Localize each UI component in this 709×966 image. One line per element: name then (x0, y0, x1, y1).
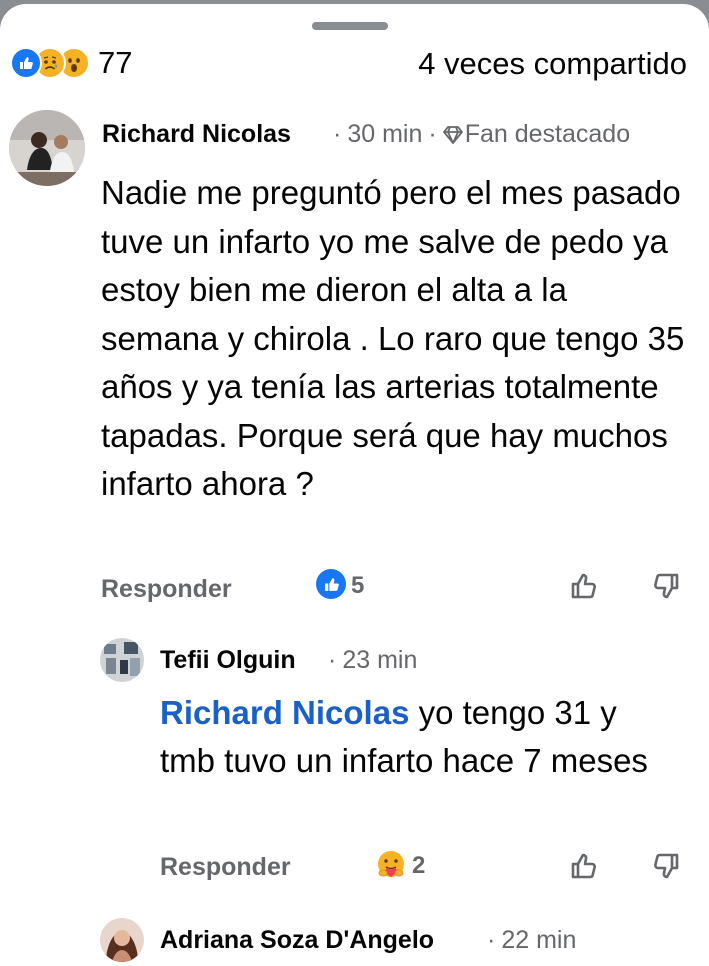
diamond-icon (442, 122, 463, 151)
mention-link[interactable]: Richard Nicolas (160, 694, 409, 731)
post-reactions[interactable]: 77 (10, 45, 133, 80)
comment-author[interactable]: Adriana Soza D'Angelo (160, 926, 434, 955)
thumbs-down-icon[interactable] (648, 848, 684, 884)
comment-reaction-count[interactable]: 5 (351, 572, 364, 600)
reply-text-start: yo tengo 31 y (418, 694, 617, 731)
avatar[interactable] (9, 110, 85, 186)
like-icon[interactable] (316, 569, 346, 599)
separator-dot: · (328, 646, 337, 674)
comment-time[interactable]: 30 min (347, 120, 422, 148)
comment-time[interactable]: 23 min (342, 646, 417, 674)
drag-handle[interactable] (312, 22, 388, 30)
separator-dot: · (487, 926, 496, 954)
thumbs-up-icon[interactable] (566, 848, 602, 884)
comment-time[interactable]: 22 min (501, 926, 576, 954)
reply-button[interactable]: Responder (160, 853, 291, 882)
separator-dot: · (428, 120, 437, 148)
thumbs-up-icon[interactable] (566, 568, 602, 604)
comment-meta: · 23 min (322, 646, 417, 675)
reply-text: tmb tuvo un infarto hace 7 meses (160, 742, 648, 779)
comment-meta: · 30 min · Fan destacado (327, 120, 630, 151)
text-overflow-mask (684, 694, 709, 740)
comment-reaction-count[interactable]: 2 (412, 852, 425, 880)
comment-meta: · 22 min (481, 926, 576, 955)
reply-button[interactable]: Responder (101, 575, 232, 604)
share-count[interactable]: 4 veces compartido (418, 46, 687, 82)
top-fan-badge: Fan destacado (464, 120, 631, 148)
avatar[interactable] (100, 638, 144, 682)
separator-dot: · (333, 120, 342, 148)
care-icon[interactable] (374, 849, 408, 883)
comment-author[interactable]: Tefii Olguin (160, 646, 296, 675)
post-stats-bar: 77 4 veces compartido (0, 38, 709, 88)
comment-text: Nadie me preguntó pero el mes pasado tuv… (101, 174, 685, 502)
comments-sheet: 77 4 veces compartido Richard Nicolas · 3… (0, 4, 709, 966)
comment-author[interactable]: Richard Nicolas (102, 120, 291, 149)
reply-line-1: Richard Nicolas yo tengo 31 y (160, 690, 617, 736)
thumbs-down-icon[interactable] (648, 568, 684, 604)
avatar[interactable] (100, 918, 144, 962)
like-icon (10, 47, 42, 79)
post-reaction-count: 77 (98, 45, 133, 80)
